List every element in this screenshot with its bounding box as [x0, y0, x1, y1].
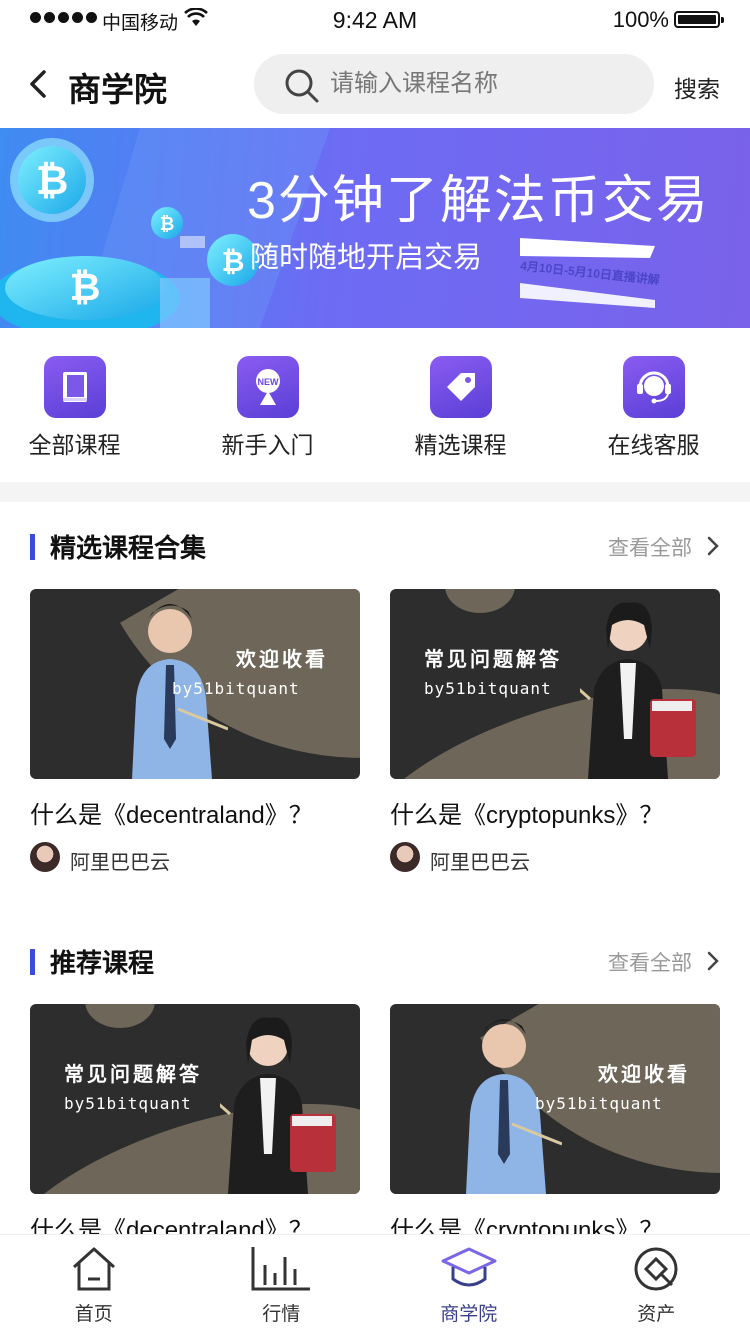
section-accent-bar: [30, 534, 35, 560]
page-title: 商学院: [68, 71, 167, 108]
section-header: 推荐课程 查看全部: [30, 943, 720, 983]
chart-icon: [251, 1247, 311, 1291]
thumbnail-caption: 欢迎收看: [236, 649, 328, 671]
view-all-link[interactable]: 查看全部: [608, 947, 692, 977]
banner-title: 3分钟了解法币交易: [247, 172, 710, 230]
course-author: 阿里巴巴云: [30, 842, 360, 874]
banner-subtitle: 随时随地开启交易: [250, 242, 483, 274]
quick-entry-featured[interactable]: 精选课程: [364, 352, 557, 462]
author-name: 阿里巴巴云: [430, 852, 530, 874]
presenter-image: [220, 1017, 336, 1194]
quick-entry-row: 全部课程 NEW 新手入门 精选课程 在线客服: [0, 352, 750, 462]
tab-academy[interactable]: 商学院: [375, 1235, 563, 1334]
promo-banner[interactable]: ₿ ₿ ₿ ₿ 3分钟了解法币交易 随时随地开启交易 4月10日-5月10日直播…: [0, 128, 750, 328]
avatar: [30, 842, 60, 872]
chevron-right-icon[interactable]: [706, 950, 720, 972]
bottom-tab-bar: 首页 行情 商学院 资产: [0, 1234, 750, 1334]
thumbnail-caption: 常见问题解答: [64, 1064, 202, 1086]
asset-icon: [634, 1247, 678, 1291]
svg-text:₿: ₿: [70, 267, 101, 309]
section-accent-bar: [30, 949, 35, 975]
section-title: 精选课程合集: [50, 533, 207, 563]
tab-label: 首页: [74, 1304, 113, 1325]
headset-icon: [622, 356, 685, 418]
course-thumbnail[interactable]: 常见问题解答 by51bitquant: [30, 1004, 360, 1194]
search-box[interactable]: [254, 54, 654, 114]
section-divider: [0, 482, 750, 502]
course-card[interactable]: 欢迎收看 by51bitquant 什么是《cryptopunks》？: [390, 1004, 720, 1245]
svg-text:₿: ₿: [36, 159, 69, 203]
course-card[interactable]: 欢迎收看 by51bitquant 什么是《decentraland》？ 阿里巴…: [30, 589, 360, 874]
graduation-cap-icon: [441, 1247, 497, 1287]
quick-entry-label: 精选课程: [414, 432, 507, 458]
avatar: [390, 842, 420, 872]
section-title: 推荐课程: [50, 948, 155, 978]
status-bar: 中国移动 9:42 AM 100%: [0, 0, 750, 40]
back-arrow-icon[interactable]: [24, 66, 54, 102]
course-card[interactable]: 常见问题解答 by51bitquant 什么是《decentraland》？: [30, 1004, 360, 1245]
book-icon: [43, 356, 106, 418]
course-title[interactable]: 什么是《decentraland》？: [30, 795, 360, 830]
quick-entry-label: 全部课程: [28, 432, 121, 458]
course-title[interactable]: 什么是《cryptopunks》？: [390, 795, 720, 830]
svg-text:₿: ₿: [222, 246, 245, 277]
thumbnail-watermark: by51bitquant: [64, 1094, 192, 1113]
search-icon: [285, 69, 319, 103]
thumbnail-caption: 常见问题解答: [424, 649, 562, 671]
presenter-image: [580, 602, 696, 779]
svg-text:NEW: NEW: [257, 377, 279, 387]
course-author: 阿里巴巴云: [390, 842, 720, 874]
tab-market[interactable]: 行情: [188, 1235, 376, 1334]
thumbnail-watermark: by51bitquant: [535, 1094, 663, 1113]
tag-icon: [429, 356, 492, 418]
search-input[interactable]: [330, 54, 630, 114]
quick-entry-label: 新手入门: [221, 432, 314, 458]
section-header: 精选课程合集 查看全部: [30, 528, 720, 568]
svg-text:₿: ₿: [160, 214, 175, 234]
course-thumbnail[interactable]: 常见问题解答 by51bitquant: [390, 589, 720, 779]
battery-percent: 100%: [612, 7, 669, 32]
thumbnail-watermark: by51bitquant: [424, 679, 552, 698]
thumbnail-caption: 欢迎收看: [598, 1064, 690, 1086]
quick-entry-beginner[interactable]: NEW 新手入门: [171, 352, 364, 462]
tab-assets[interactable]: 资产: [563, 1235, 750, 1334]
tab-label: 资产: [637, 1304, 676, 1325]
author-name: 阿里巴巴云: [70, 852, 170, 874]
home-icon: [72, 1247, 115, 1291]
quick-entry-all-courses[interactable]: 全部课程: [0, 352, 171, 462]
tab-label: 商学院: [440, 1304, 498, 1325]
nav-bar: 商学院 搜索: [0, 48, 750, 120]
course-thumbnail[interactable]: 欢迎收看 by51bitquant: [390, 1004, 720, 1194]
course-card[interactable]: 常见问题解答 by51bitquant 什么是《cryptopunks》？ 阿里…: [390, 589, 720, 874]
thumbnail-watermark: by51bitquant: [172, 679, 300, 698]
search-button[interactable]: 搜索: [674, 70, 720, 104]
quick-entry-label: 在线客服: [607, 432, 700, 458]
tab-label: 行情: [262, 1304, 301, 1325]
course-thumbnail[interactable]: 欢迎收看 by51bitquant: [30, 589, 360, 779]
new-badge-icon: NEW: [236, 356, 299, 418]
battery-icon: [674, 11, 724, 28]
chevron-right-icon[interactable]: [706, 535, 720, 557]
tab-home[interactable]: 首页: [0, 1235, 188, 1334]
quick-entry-support[interactable]: 在线客服: [557, 352, 750, 462]
view-all-link[interactable]: 查看全部: [608, 532, 692, 562]
